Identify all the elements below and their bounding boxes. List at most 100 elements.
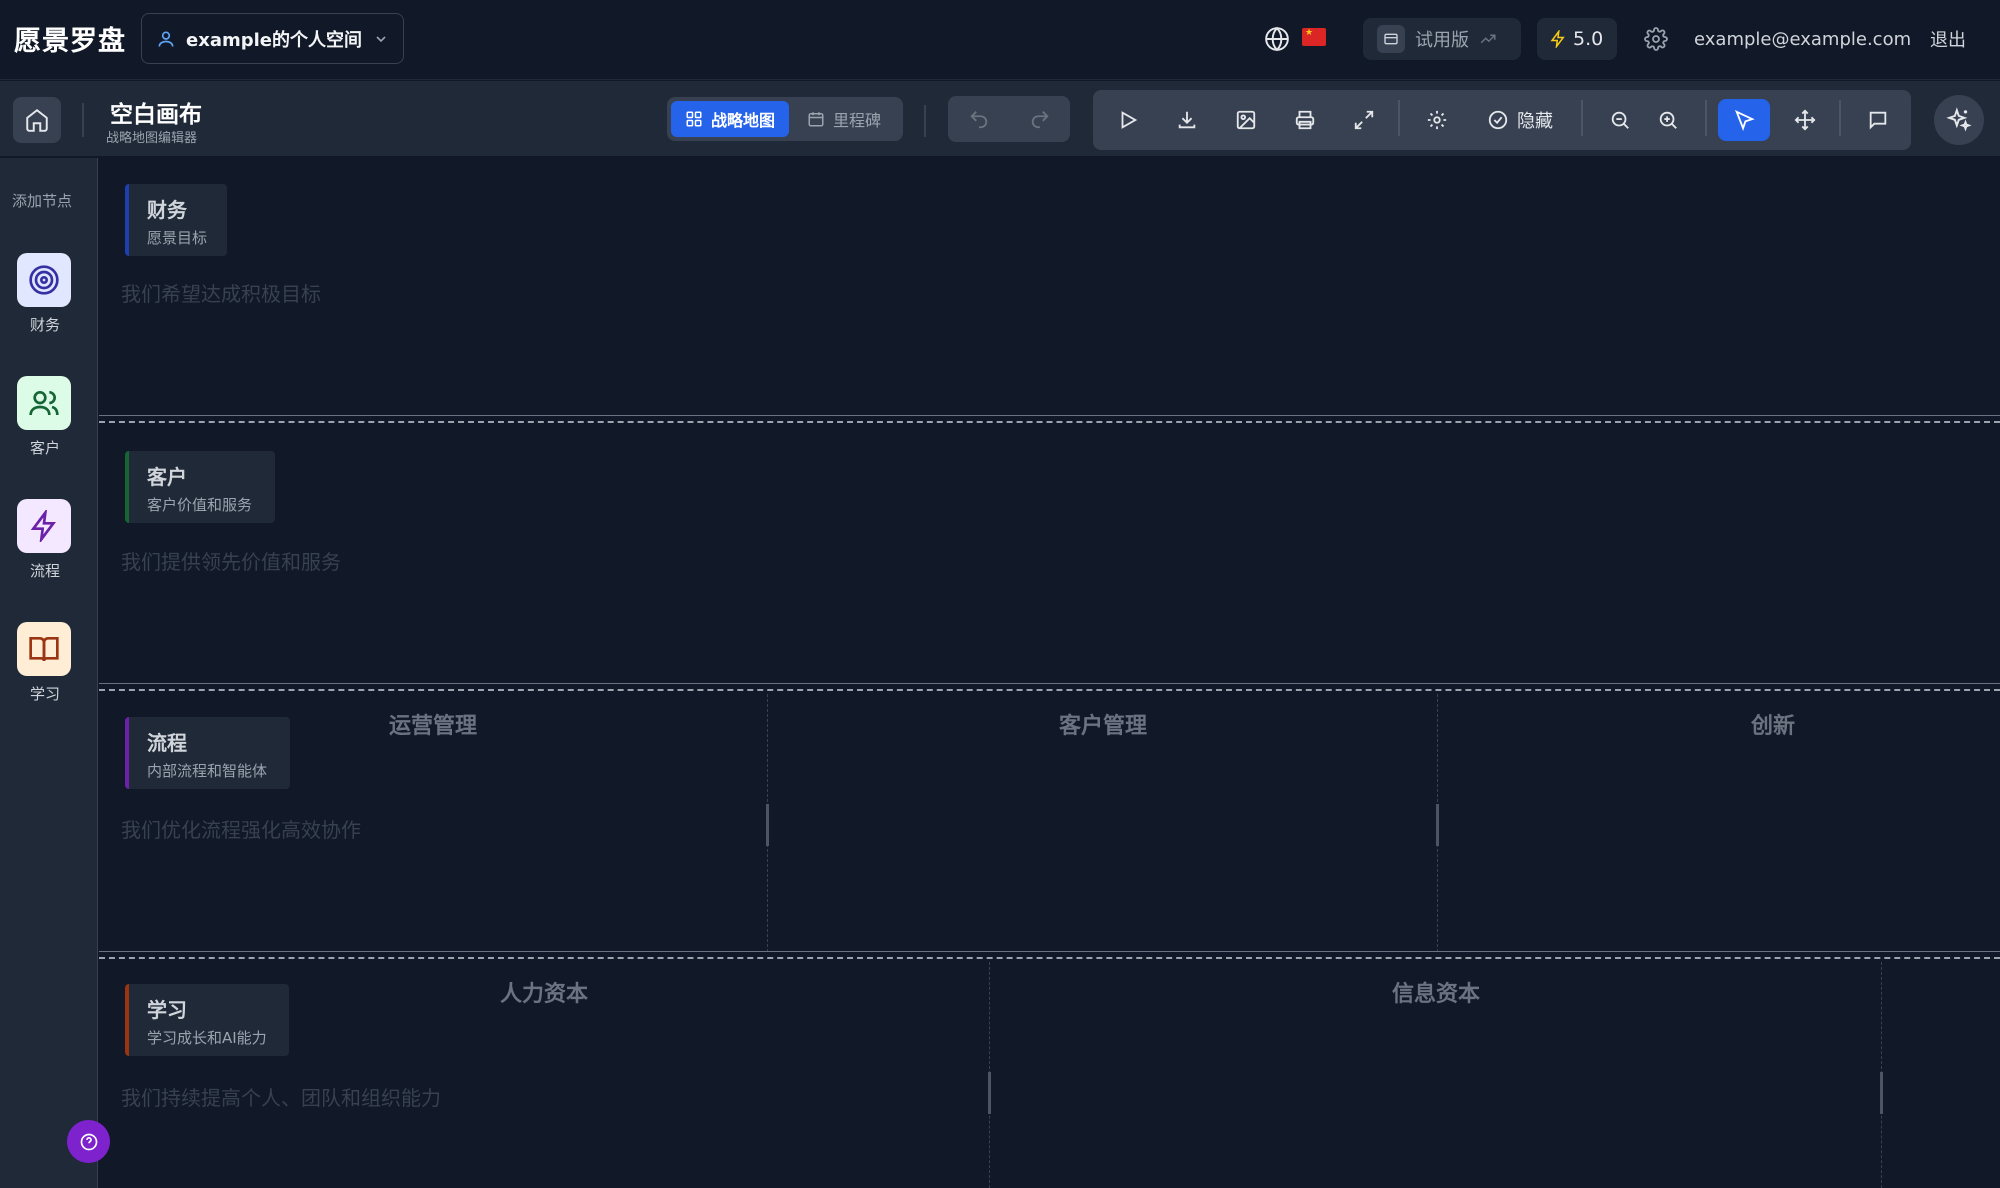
gear-icon	[1426, 109, 1448, 131]
column-resize-handle[interactable]	[766, 804, 769, 846]
sidebar-item-label: 客户	[29, 439, 60, 457]
help-button[interactable]	[67, 1120, 110, 1163]
hide-label: 隐藏	[1517, 111, 1553, 132]
column-resize-handle[interactable]	[1436, 804, 1439, 846]
column-resize-handle[interactable]	[988, 1072, 991, 1114]
tab-milestones[interactable]: 里程碑	[793, 101, 895, 137]
hide-toggle[interactable]: 隐藏	[1475, 99, 1565, 141]
version-badge[interactable]: 5.0	[1537, 18, 1617, 60]
calendar-icon	[807, 110, 825, 128]
column-resize-handle[interactable]	[1880, 1072, 1883, 1114]
user-icon	[156, 29, 176, 49]
download-icon	[1176, 109, 1198, 131]
tab-label: 里程碑	[833, 111, 882, 130]
ai-assistant-button[interactable]	[1934, 95, 1984, 145]
globe-icon	[1264, 26, 1290, 52]
sidebar-icon-box	[17, 376, 71, 430]
chevron-down-icon	[373, 31, 389, 47]
move-icon	[1794, 109, 1816, 131]
sidebar-item-label: 学习	[29, 685, 60, 703]
lane-description: 我们希望达成积极目标	[121, 282, 321, 306]
flag-icon[interactable]: ★	[1302, 28, 1326, 46]
version-label: 5.0	[1573, 28, 1604, 50]
toolbar-divider	[1705, 100, 1707, 136]
toolbar-divider	[1398, 100, 1400, 136]
redo-icon[interactable]	[1029, 108, 1051, 130]
column-title[interactable]: 信息资本	[991, 976, 1881, 1008]
cursor-icon	[1733, 109, 1755, 131]
sidebar-item-label: 流程	[29, 562, 60, 580]
app-brand[interactable]: 愿景罗盘	[14, 19, 126, 58]
lane-separator[interactable]	[99, 415, 2000, 423]
editor-toolbar: 空白画布 战略地图编辑器 战略地图 里程碑 隐藏	[0, 81, 2000, 157]
home-button[interactable]	[13, 97, 61, 143]
lane-subtitle: 学习成长和AI能力	[147, 1029, 267, 1047]
sidebar-item-customer[interactable]: 客户	[17, 376, 73, 458]
trial-badge[interactable]: 试用版	[1363, 18, 1521, 60]
history-group	[948, 96, 1070, 142]
export-image-button[interactable]	[1225, 99, 1267, 141]
sidebar-item-finance[interactable]: 财务	[17, 253, 73, 335]
download-button[interactable]	[1166, 99, 1208, 141]
select-tool-button[interactable]	[1718, 99, 1770, 141]
zoom-in-button[interactable]	[1647, 99, 1689, 141]
sidebar-item-process[interactable]: 流程	[17, 499, 73, 581]
lane-description: 我们提供领先价值和服务	[121, 550, 341, 574]
toolbar-divider	[1581, 100, 1583, 136]
lane-header-card[interactable]: 流程 内部流程和智能体	[125, 717, 290, 789]
fullscreen-button[interactable]	[1343, 99, 1385, 141]
sidebar-item-label: 财务	[29, 316, 60, 334]
check-circle-icon	[1487, 109, 1509, 131]
workspace-selector[interactable]: example的个人空间	[141, 13, 404, 64]
tab-strategy-map[interactable]: 战略地图	[671, 101, 790, 137]
lightning-icon	[28, 510, 60, 542]
zoom-out-button[interactable]	[1599, 99, 1641, 141]
sidebar-title: 添加节点	[12, 192, 73, 210]
canvas-subtitle: 战略地图编辑器	[106, 131, 198, 146]
comment-button[interactable]	[1857, 99, 1899, 141]
lane-title: 学习	[147, 998, 187, 1022]
undo-icon[interactable]	[968, 108, 990, 130]
column-title[interactable]: 客户管理	[769, 708, 1437, 740]
print-button[interactable]	[1284, 99, 1326, 141]
lane-description: 我们持续提高个人、团队和组织能力	[121, 1086, 441, 1110]
lane-separator[interactable]	[99, 951, 2000, 959]
lane-header-card[interactable]: 客户 客户价值和服务	[125, 451, 275, 523]
logout-link[interactable]: 退出	[1930, 18, 1966, 60]
canvas-settings-button[interactable]	[1416, 99, 1458, 141]
view-tabs: 战略地图 里程碑	[667, 97, 903, 141]
play-icon	[1117, 109, 1139, 131]
sidebar-item-learning[interactable]: 学习	[17, 622, 73, 704]
canvas-title[interactable]: 空白画布	[110, 95, 202, 129]
lane-subtitle: 内部流程和智能体	[147, 762, 268, 780]
flag-star: ★	[1305, 28, 1314, 38]
toolbar-divider	[924, 105, 926, 137]
strategy-canvas[interactable]: 财务 愿景目标 我们希望达成积极目标 客户 客户价值和服务 我们提供领先价值和服…	[99, 158, 2000, 1188]
sidebar-icon-box	[17, 622, 71, 676]
lane-learning: 人力资本 信息资本 学习 学习成长和AI能力 我们持续提高个人、团队和组织能力	[99, 962, 2000, 1188]
lane-header-card[interactable]: 学习 学习成长和AI能力	[125, 984, 289, 1056]
lane-header-card[interactable]: 财务 愿景目标	[125, 184, 227, 256]
column-title[interactable]: 创新	[1439, 708, 2000, 740]
sparkles-icon	[1946, 107, 1972, 133]
tools-group: 隐藏	[1093, 90, 1911, 150]
gear-icon	[1644, 27, 1668, 51]
play-button[interactable]	[1107, 99, 1149, 141]
comment-icon	[1867, 109, 1889, 131]
sidebar-icon-box	[17, 499, 71, 553]
language-button[interactable]	[1262, 18, 1292, 60]
lane-subtitle: 客户价值和服务	[147, 496, 253, 514]
user-email: example@example.com	[1694, 28, 1912, 50]
toolbar-divider	[82, 103, 84, 137]
top-bar: 愿景罗盘 example的个人空间 ★ 试用版 5.0 example@exam…	[0, 0, 2000, 80]
users-icon	[28, 387, 60, 419]
tab-label: 战略地图	[711, 111, 776, 130]
workspace-label: example的个人空间	[186, 29, 362, 51]
trending-up-icon	[1479, 30, 1497, 48]
lane-subtitle: 愿景目标	[147, 229, 208, 247]
sidebar-icon-box	[17, 253, 71, 307]
pan-tool-button[interactable]	[1784, 99, 1826, 141]
settings-button[interactable]	[1640, 18, 1672, 60]
lane-finance: 财务 愿景目标 我们希望达成积极目标	[99, 158, 2000, 426]
lane-separator[interactable]	[99, 683, 2000, 691]
